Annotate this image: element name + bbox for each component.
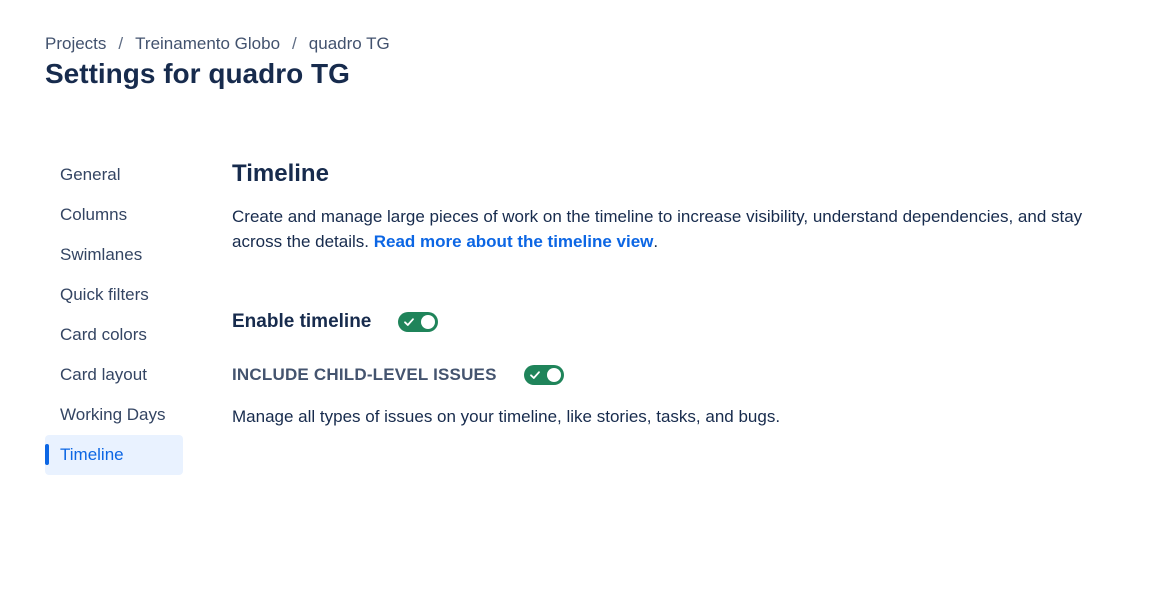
settings-sidebar: General Columns Swimlanes Quick filters … bbox=[45, 155, 183, 475]
timeline-description: Create and manage large pieces of work o… bbox=[232, 204, 1092, 254]
breadcrumb: Projects / Treinamento Globo / quadro TG bbox=[45, 34, 390, 54]
timeline-settings-panel: Timeline Create and manage large pieces … bbox=[232, 158, 1112, 427]
check-icon bbox=[404, 318, 415, 326]
breadcrumb-separator: / bbox=[118, 34, 124, 53]
include-child-issues-row: INCLUDE CHILD-LEVEL ISSUES bbox=[232, 365, 1112, 385]
section-title: Timeline bbox=[232, 160, 329, 187]
check-icon bbox=[529, 371, 540, 379]
sidebar-item-columns[interactable]: Columns bbox=[45, 195, 183, 235]
enable-timeline-row: Enable timeline bbox=[232, 311, 1112, 333]
breadcrumb-projects[interactable]: Projects bbox=[45, 34, 106, 54]
settings-page: Projects / Treinamento Globo / quadro TG… bbox=[0, 0, 1162, 616]
read-more-link[interactable]: Read more about the timeline view bbox=[374, 232, 654, 251]
sidebar-item-card-colors[interactable]: Card colors bbox=[45, 315, 183, 355]
sidebar-item-general[interactable]: General bbox=[45, 155, 183, 195]
include-child-issues-helper: Manage all types of issues on your timel… bbox=[232, 407, 781, 426]
enable-timeline-label: Enable timeline bbox=[232, 311, 372, 332]
sidebar-item-working-days[interactable]: Working Days bbox=[45, 395, 183, 435]
page-title: Settings for quadro TG bbox=[45, 58, 350, 89]
sidebar-item-timeline[interactable]: Timeline bbox=[45, 435, 183, 475]
description-period: . bbox=[653, 232, 659, 251]
sidebar-item-card-layout[interactable]: Card layout bbox=[45, 355, 183, 395]
sidebar-item-quick-filters[interactable]: Quick filters bbox=[45, 275, 183, 315]
breadcrumb-project-name[interactable]: Treinamento Globo bbox=[135, 34, 280, 54]
include-child-issues-toggle[interactable] bbox=[523, 365, 564, 385]
sidebar-item-swimlanes[interactable]: Swimlanes bbox=[45, 235, 183, 275]
include-child-issues-label: INCLUDE CHILD-LEVEL ISSUES bbox=[232, 365, 497, 384]
toggle-knob bbox=[421, 315, 436, 329]
toggle-knob bbox=[546, 368, 561, 382]
breadcrumb-board-name[interactable]: quadro TG bbox=[309, 34, 390, 54]
enable-timeline-toggle[interactable] bbox=[398, 312, 439, 332]
breadcrumb-separator: / bbox=[292, 34, 297, 53]
